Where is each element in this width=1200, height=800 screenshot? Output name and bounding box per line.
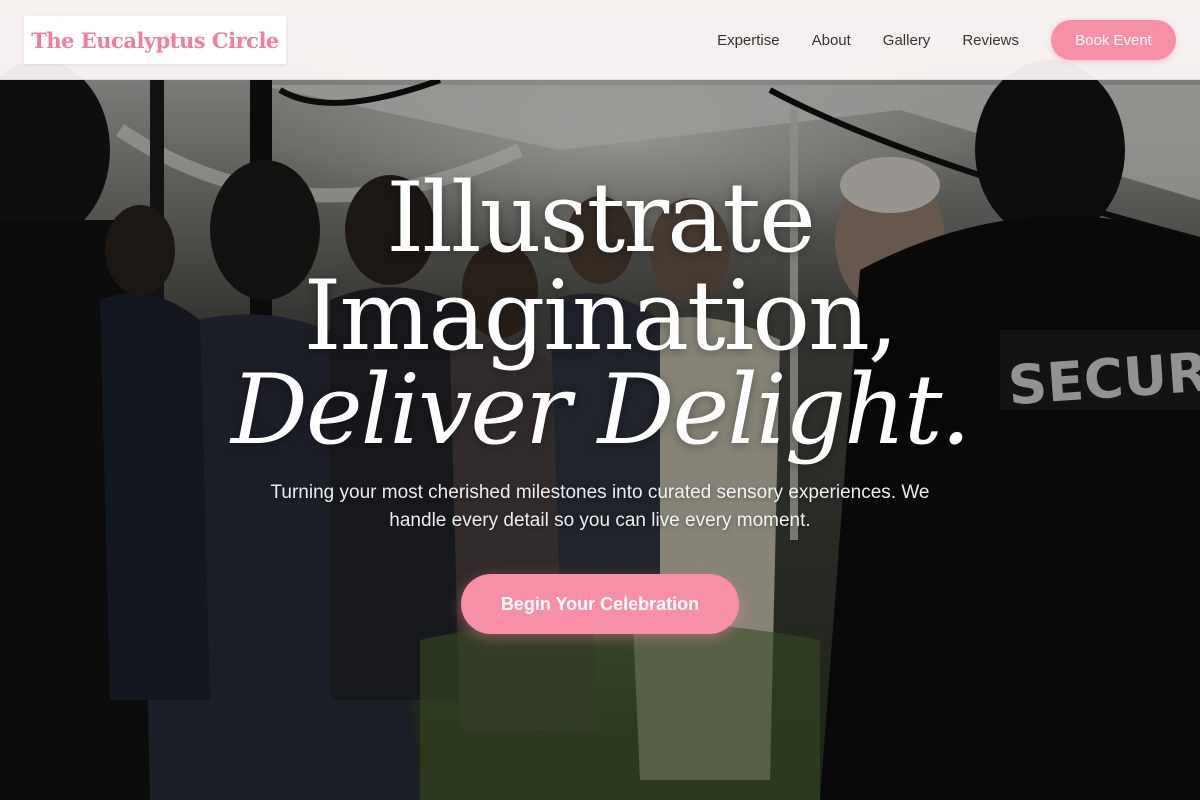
hero-subtitle: Turning your most cherished milestones i… — [270, 482, 930, 531]
hero-section: Illustrate Imagination, Deliver Delight.… — [0, 0, 1200, 800]
begin-celebration-button[interactable]: Begin Your Celebration — [461, 574, 739, 634]
hero-headline-line-3: Deliver Delight. — [230, 354, 971, 466]
hero-headline-line-2: Imagination, — [303, 260, 899, 372]
hero-headline-line-1: Illustrate — [386, 162, 816, 274]
